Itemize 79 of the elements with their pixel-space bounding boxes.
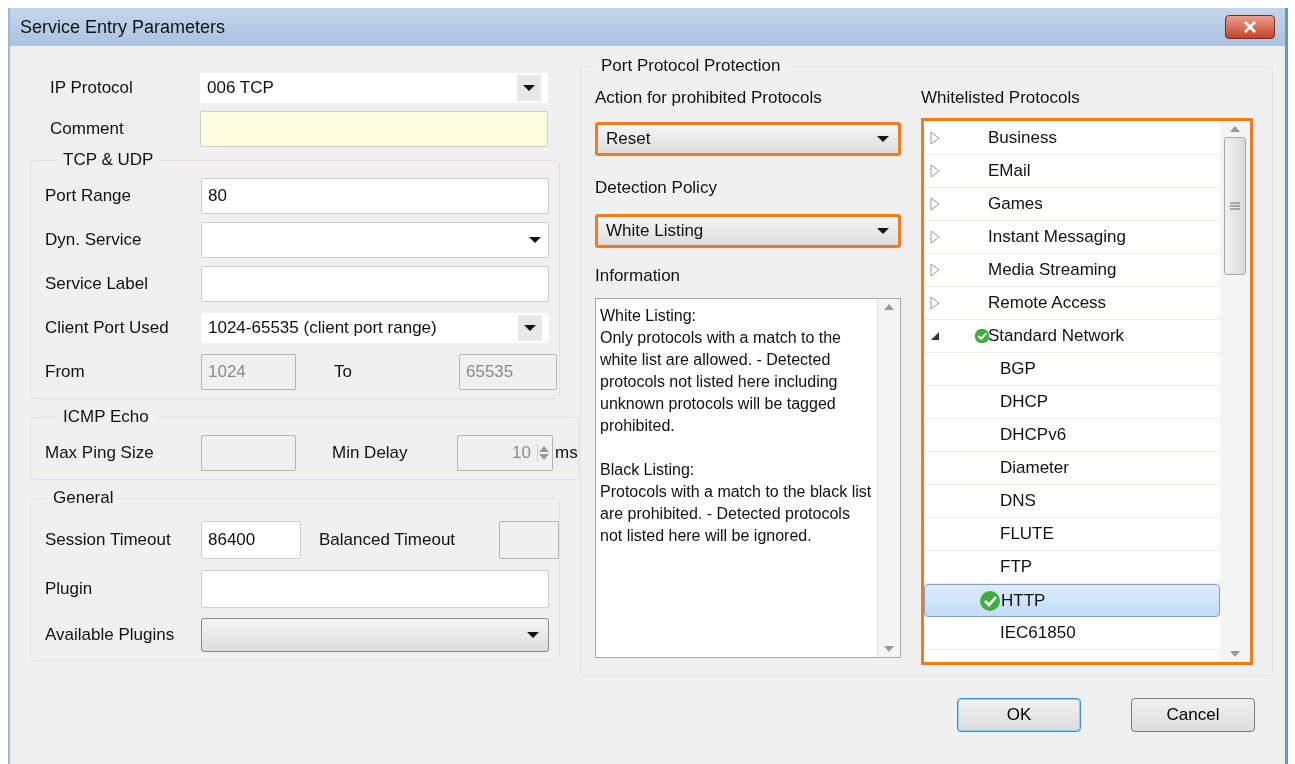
group-title: TCP & UDP	[62, 150, 155, 170]
grip-icon	[1230, 202, 1240, 210]
field-label: Client Port Used	[45, 318, 170, 338]
tree-item-label: DHCPv6	[1000, 425, 1067, 445]
action-select[interactable]: Reset	[595, 122, 901, 156]
tree-item-label: IEC61850	[1000, 623, 1076, 643]
expand-triangle-icon[interactable]	[930, 131, 940, 145]
field-label: Available Plugins	[45, 625, 176, 645]
window-title: Service Entry Parameters	[20, 16, 226, 38]
expand-triangle-icon[interactable]	[930, 263, 940, 277]
field-label: Min Delay	[331, 443, 409, 463]
field-label: Service Label	[45, 274, 149, 294]
dropdown-caret-icon	[876, 227, 890, 235]
available-plugins-select[interactable]	[201, 618, 549, 652]
tree-item-label: DNS	[1000, 491, 1036, 511]
service-label-field[interactable]	[201, 266, 549, 302]
scrollbar[interactable]	[1220, 121, 1250, 662]
group-title: General	[52, 488, 115, 508]
protocol-tree[interactable]: Business EMail Games Instant Messaging Media Streaming Remote Access Standard Network BGP DHCP DHCPv6 Diameter DNS FLUTE FTP HTTP IEC61850	[921, 118, 1253, 665]
tree-item[interactable]: Standard Network	[988, 326, 1125, 346]
expand-triangle-icon[interactable]	[930, 230, 940, 244]
field-label: Session Timeout	[45, 530, 172, 550]
field-label: To	[333, 362, 353, 382]
plugin-field[interactable]	[201, 570, 549, 608]
field-label: From	[45, 362, 86, 382]
unit-label: ms	[555, 443, 578, 463]
tree-item[interactable]: Instant Messaging	[988, 227, 1126, 247]
tree-item-label: FTP	[1000, 557, 1033, 577]
scroll-down-icon[interactable]	[883, 645, 895, 653]
check-icon	[979, 589, 1001, 612]
dropdown-caret-icon	[526, 631, 540, 639]
dialog-button[interactable]: OK	[957, 698, 1081, 732]
tree-item-label: Diameter	[1000, 458, 1069, 478]
dropdown-caret-icon	[522, 84, 536, 92]
scroll-up-icon[interactable]	[883, 303, 895, 311]
tree-item[interactable]: Media Streaming	[988, 260, 1117, 280]
tree-item[interactable]: Remote Access	[988, 293, 1107, 313]
field-label: Action for prohibited Protocols	[595, 88, 823, 108]
tree-item[interactable]: Games	[988, 194, 1043, 214]
information-text-area[interactable]	[595, 298, 901, 658]
tree-item-label: FLUTE	[1000, 524, 1054, 544]
field-label: IP Protocol	[49, 78, 134, 98]
port-range-field[interactable]: 80	[201, 178, 549, 214]
tree-item-label: HTTP	[1001, 590, 1046, 611]
field-label: Detection Policy	[595, 178, 718, 198]
expand-triangle-icon[interactable]	[930, 164, 940, 178]
field-label: Whitelisted Protocols	[921, 88, 1081, 108]
comment-field[interactable]	[200, 111, 548, 147]
tree-item-label: BGP	[1000, 359, 1036, 379]
group-title: Port Protocol Protection	[600, 56, 782, 76]
tree-item-label: DHCP	[1000, 392, 1049, 412]
client-port-select[interactable]: 1024-65535 (client port range)	[201, 313, 549, 343]
tree-item[interactable]: Business	[988, 128, 1057, 148]
ip-protocol-select[interactable]: 006 TCP	[200, 73, 548, 103]
information-text: White Listing: Only protocols with a match to the white list are allowed. - Detected protocols not listed here including unknown protocols will be tagged prohibited. Black Listing: Protocols with a match to the black list are prohibited. - Detected protocols not listed here will be ignored.	[599, 306, 873, 546]
field-label: Port Range	[45, 186, 132, 206]
dropdown-caret-icon	[523, 324, 537, 332]
scroll-up-icon[interactable]	[1229, 125, 1241, 133]
dropdown-caret-icon	[876, 135, 890, 143]
tree-item-row[interactable]: HTTP	[924, 584, 1220, 617]
group-title: ICMP Echo	[62, 407, 150, 427]
field-label: Max Ping Size	[45, 443, 155, 463]
collapse-triangle-icon[interactable]	[930, 331, 940, 341]
field-label: Information	[595, 266, 682, 286]
field-label: Balanced Timeout	[318, 530, 457, 550]
field-label: Comment	[49, 119, 125, 139]
dyn-service-select[interactable]	[201, 222, 549, 258]
field-label: Plugin	[45, 579, 94, 599]
dialog-button[interactable]: Cancel	[1131, 698, 1255, 732]
scroll-down-icon[interactable]	[1229, 650, 1241, 658]
field-label: Dyn. Service	[45, 230, 143, 250]
expand-triangle-icon[interactable]	[930, 296, 940, 310]
tree-item[interactable]: EMail	[988, 161, 1031, 181]
expand-triangle-icon[interactable]	[930, 197, 940, 211]
close-button[interactable]	[1225, 15, 1275, 39]
session-timeout-field[interactable]: 86400	[201, 521, 301, 559]
close-icon	[1243, 21, 1257, 33]
dropdown-caret-icon	[528, 236, 542, 244]
detection-policy-select[interactable]: White Listing	[595, 214, 901, 248]
